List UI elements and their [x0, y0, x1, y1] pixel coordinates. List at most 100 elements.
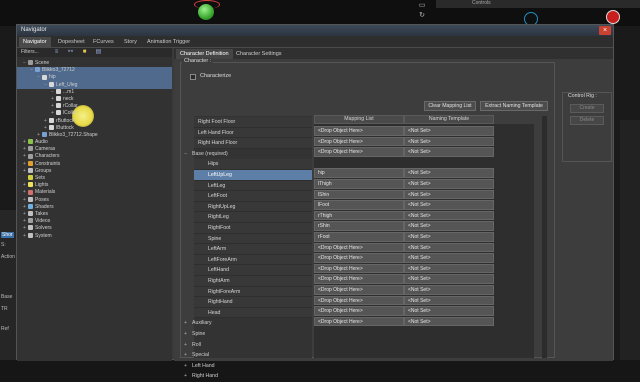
expand-icon[interactable]: +	[182, 371, 192, 382]
naming-template-cell[interactable]: <Not Set>	[404, 210, 494, 221]
tree-item[interactable]: + Materials	[17, 189, 172, 196]
bone-row[interactable]: Head	[194, 307, 312, 319]
close-button[interactable]: ×	[599, 26, 611, 35]
top-right-tab-controls[interactable]: Controls	[472, 0, 491, 8]
expand-icon[interactable]: +	[182, 340, 192, 351]
naming-template-cell[interactable]: <Not Set>	[404, 168, 494, 178]
bone-row[interactable]: LeftLeg	[194, 180, 312, 192]
tree-item[interactable]: + Takes	[17, 211, 172, 218]
tree-item[interactable]: − Scene	[17, 60, 172, 67]
bone-row[interactable]: Right Hand Floor	[194, 138, 312, 149]
tree-item[interactable]: + Blikko3_72712.Shape	[17, 132, 172, 139]
bone-row[interactable]: LeftUpLeg	[194, 170, 312, 181]
naming-template-cell[interactable]: <Not Set>	[404, 274, 494, 284]
link-icon[interactable]: ⚯	[67, 49, 74, 56]
bone-row[interactable]: RightUpLeg	[194, 201, 312, 213]
tree-item[interactable]: + Groups	[17, 168, 172, 175]
filters-dropdown[interactable]: Filters...	[21, 49, 39, 55]
vertical-scrollbar[interactable]	[542, 116, 547, 358]
tree-item[interactable]: + System	[17, 233, 172, 240]
expand-icon[interactable]: ▤	[95, 49, 102, 56]
mapping-cell[interactable]: <Drop Object Here>	[314, 126, 404, 136]
mapping-cell[interactable]: lFoot	[314, 200, 404, 210]
tree-item[interactable]: + Shaders	[17, 204, 172, 211]
refresh-icon[interactable]: ↻	[418, 12, 426, 20]
tab-dopesheet[interactable]: Dopesheet	[54, 37, 89, 47]
bone-row[interactable]: RightArm	[194, 276, 312, 287]
naming-template-cell[interactable]: <Not Set>	[404, 285, 494, 295]
mapping-cell[interactable]: <Drop Object Here>	[314, 295, 404, 306]
tab-animation-trigger[interactable]: Animation Trigger	[143, 37, 194, 47]
tree-item[interactable]: + neck	[17, 96, 172, 103]
mapping-cell[interactable]: <Drop Object Here>	[314, 316, 404, 327]
bone-row[interactable]: LeftForeArm	[194, 254, 312, 266]
bone-row[interactable]: LeftHand	[194, 265, 312, 276]
mapping-cell[interactable]: <Drop Object Here>	[314, 136, 404, 147]
bone-row[interactable]: Left Hand Floor	[194, 127, 312, 139]
naming-template-cell[interactable]: <Not Set>	[404, 242, 494, 253]
tree-item[interactable]: + Poses	[17, 197, 172, 204]
tree-item[interactable]: + rButtock	[17, 118, 172, 125]
list-icon[interactable]: ≡	[53, 49, 60, 56]
bone-group-row[interactable]: + Right Hand	[182, 371, 312, 382]
naming-template-cell[interactable]: <Not Set>	[404, 179, 494, 189]
bone-row[interactable]: LeftFoot	[194, 191, 312, 202]
bone-group-row[interactable]: + Auxiliary	[182, 318, 312, 329]
mapping-cell[interactable]: hip	[314, 168, 404, 178]
bone-group-row[interactable]: − Base (required)	[182, 149, 312, 160]
mapping-cell[interactable]: lShin	[314, 189, 404, 200]
tree-item[interactable]: Sets	[17, 175, 172, 182]
tab-story[interactable]: Story	[120, 37, 141, 47]
tree-item[interactable]: + Cameras	[17, 146, 172, 153]
folder-icon[interactable]: ■	[81, 49, 88, 56]
extract-naming-template-button[interactable]: Extract Naming Template	[480, 101, 548, 111]
naming-template-cell[interactable]: <Not Set>	[404, 253, 494, 263]
naming-template-cell[interactable]: <Not Set>	[404, 316, 494, 327]
mapping-cell[interactable]: <Drop Object Here>	[314, 274, 404, 284]
tree-item[interactable]: + Audio	[17, 139, 172, 146]
naming-template-cell[interactable]: <Not Set>	[404, 189, 494, 200]
naming-template-cell[interactable]: <Not Set>	[404, 147, 494, 157]
naming-template-cell[interactable]: <Not Set>	[404, 263, 494, 274]
tree-item[interactable]: − ...m1	[17, 89, 172, 96]
bone-row[interactable]: RightFoot	[194, 223, 312, 234]
tree-item[interactable]: + Characters	[17, 153, 172, 160]
naming-template-cell[interactable]: <Not Set>	[404, 221, 494, 231]
mapping-cell[interactable]: rThigh	[314, 210, 404, 221]
bone-group-row[interactable]: + Spine	[182, 329, 312, 340]
expand-icon[interactable]: +	[182, 318, 192, 329]
mapping-cell[interactable]: rShin	[314, 221, 404, 231]
characterize-checkbox[interactable]	[190, 74, 196, 80]
mapping-cell[interactable]: lThigh	[314, 179, 404, 189]
bone-row[interactable]: RightForeArm	[194, 286, 312, 298]
mapping-cell[interactable]: <Drop Object Here>	[314, 253, 404, 263]
collapse-icon[interactable]: −	[182, 149, 192, 160]
tab-fcurves[interactable]: FCurves	[89, 37, 118, 47]
tree-item[interactable]: + Solvers	[17, 225, 172, 232]
title-bar[interactable]: Navigator ×	[17, 25, 613, 36]
naming-template-cell[interactable]: <Not Set>	[404, 200, 494, 210]
mapping-cell[interactable]: <Drop Object Here>	[314, 147, 404, 157]
expand-icon[interactable]: +	[182, 350, 192, 361]
bone-row[interactable]: LeftArm	[194, 244, 312, 255]
tree-item[interactable]: + Constraints	[17, 161, 172, 168]
clear-mapping-list-button[interactable]: Clear Mapping List	[424, 101, 476, 111]
delete-button[interactable]: Delete	[570, 116, 604, 125]
bone-row[interactable]: RightLeg	[194, 212, 312, 223]
naming-template-cell[interactable]: <Not Set>	[404, 232, 494, 242]
bone-row[interactable]: Spine	[194, 233, 312, 245]
mapping-cell[interactable]: <Drop Object Here>	[314, 242, 404, 253]
naming-template-cell[interactable]: <Not Set>	[404, 295, 494, 306]
window-icon[interactable]: ▭	[418, 2, 426, 10]
bone-row[interactable]: RightHand	[194, 297, 312, 308]
mapping-cell[interactable]: <Drop Object Here>	[314, 306, 404, 316]
tree-item[interactable]: − Blikko3_72712	[17, 67, 172, 75]
tree-item[interactable]: + Lights	[17, 182, 172, 189]
bone-group-row[interactable]: + Special	[182, 350, 312, 361]
record-button[interactable]	[606, 10, 620, 24]
tree-item[interactable]: − hip	[17, 74, 172, 82]
naming-template-cell[interactable]: <Not Set>	[404, 126, 494, 136]
bone-group-row[interactable]: + Left Hand	[182, 361, 312, 372]
mapping-cell[interactable]: <Drop Object Here>	[314, 263, 404, 274]
tree-item[interactable]: + lCollar	[17, 110, 172, 117]
